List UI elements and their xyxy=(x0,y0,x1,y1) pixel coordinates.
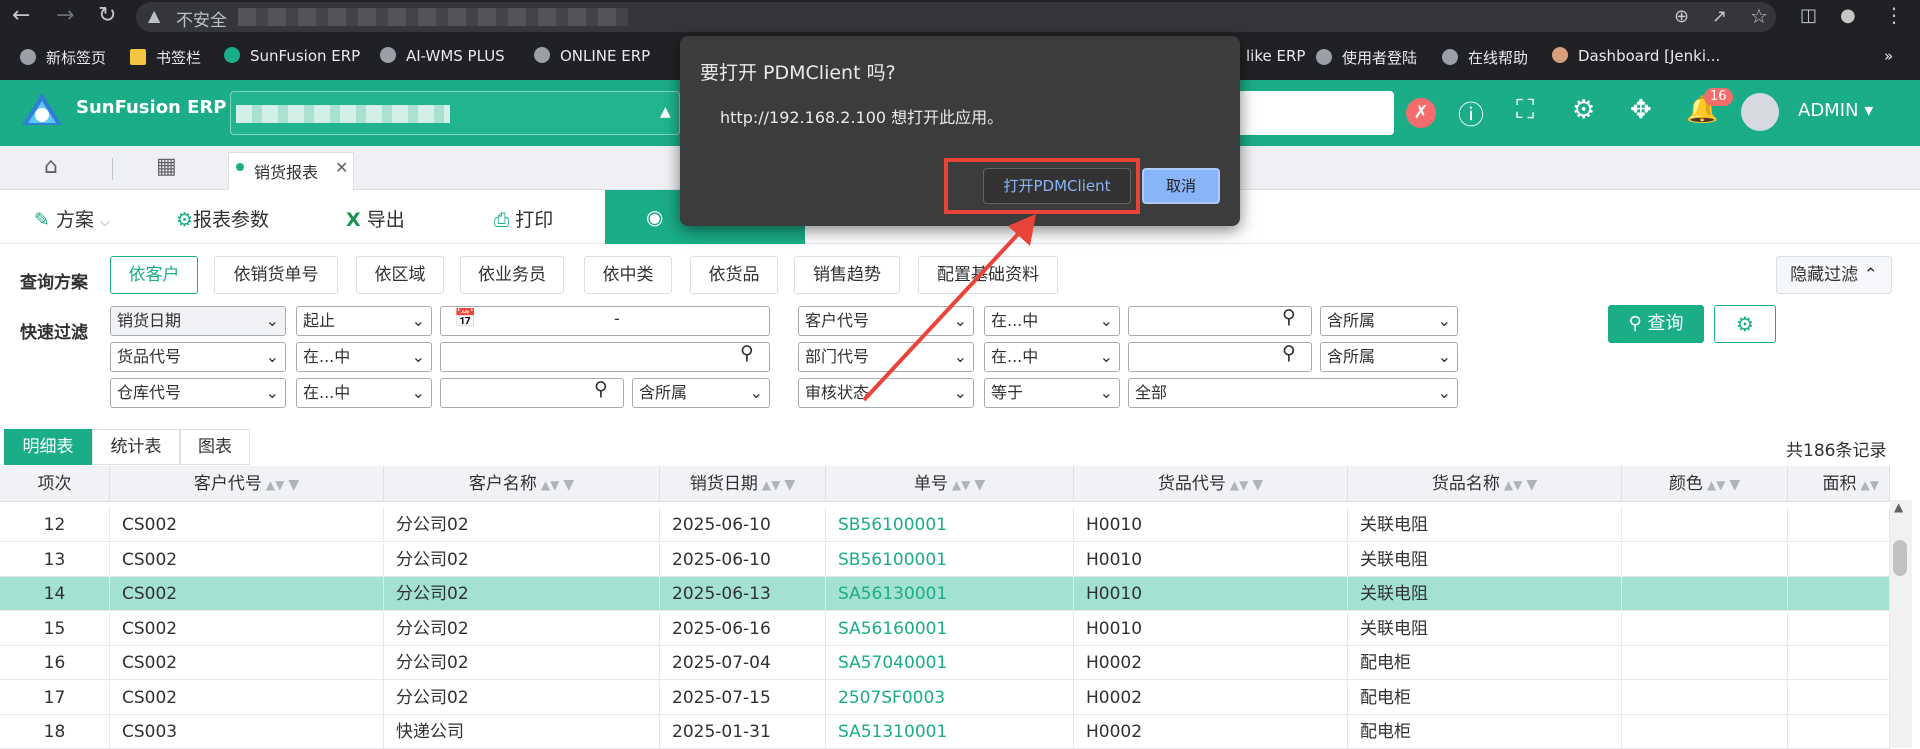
annotation-arrow-icon xyxy=(862,214,1036,402)
